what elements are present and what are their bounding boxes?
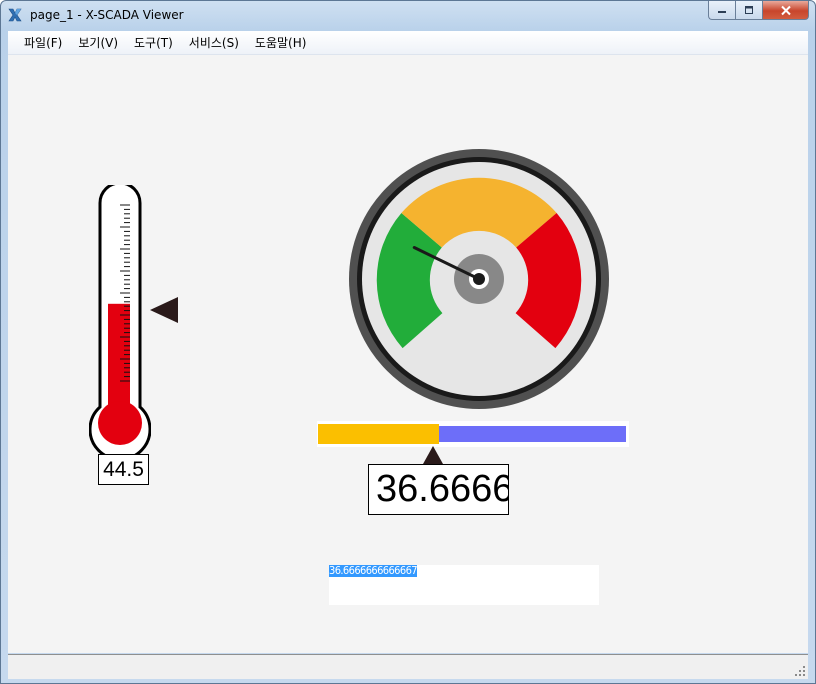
app-window: page_1 - X-SCADA Viewer 파일(F) 보기(V) 도구(T… — [0, 0, 816, 684]
progress-value: 36.6666 — [368, 464, 509, 515]
close-icon — [780, 5, 791, 15]
minimize-icon — [718, 11, 726, 13]
maximize-icon — [745, 6, 753, 14]
minimize-button[interactable] — [708, 1, 735, 20]
menu-help[interactable]: 도움말(H) — [247, 34, 315, 51]
value-text-field[interactable]: 36.6666666666667 — [329, 565, 599, 605]
progress-bar-fill — [318, 424, 440, 444]
thermometer-bulb — [98, 401, 142, 445]
title-bar[interactable]: page_1 - X-SCADA Viewer — [1, 1, 815, 30]
thermometer — [89, 185, 151, 455]
window-title: page_1 - X-SCADA Viewer — [30, 8, 184, 22]
window-controls — [708, 1, 809, 21]
maximize-button[interactable] — [735, 1, 762, 20]
menu-bar: 파일(F) 보기(V) 도구(T) 서비스(S) 도움말(H) — [8, 31, 808, 55]
thermometer-pointer-icon — [150, 297, 178, 323]
progress-bar — [317, 421, 629, 447]
menu-file[interactable]: 파일(F) — [16, 34, 70, 51]
gauge — [349, 149, 609, 409]
progress-pointer-icon — [423, 446, 443, 464]
menu-view[interactable]: 보기(V) — [70, 34, 126, 51]
close-button[interactable] — [762, 1, 809, 20]
value-text-selection: 36.6666666666667 — [329, 564, 418, 577]
menu-service[interactable]: 서비스(S) — [181, 34, 247, 51]
x-scada-app-icon — [8, 8, 22, 22]
thermometer-value: 44.5 — [98, 454, 149, 485]
resize-grip-icon[interactable] — [794, 665, 806, 677]
status-bar — [8, 654, 808, 679]
menu-tools[interactable]: 도구(T) — [126, 34, 181, 51]
